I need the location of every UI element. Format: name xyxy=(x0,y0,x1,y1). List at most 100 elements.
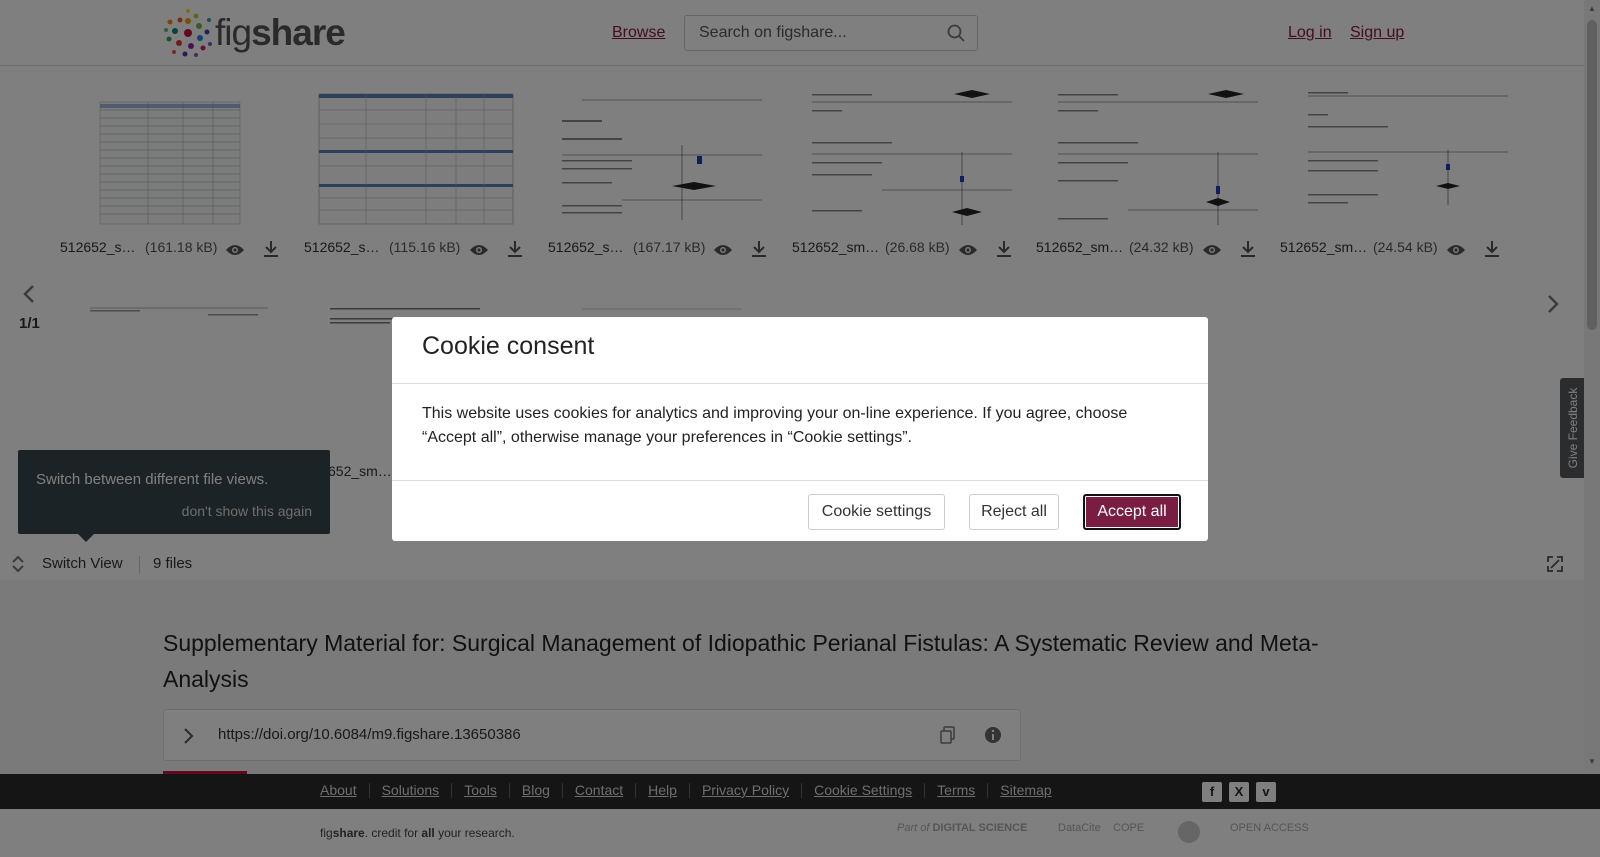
page-title: Supplementary Material for: Surgical Man… xyxy=(163,630,1319,692)
doi-box: https://doi.org/10.6084/m9.figshare.1365… xyxy=(163,709,1021,761)
file-thumbnail[interactable] xyxy=(812,90,1012,225)
logo-prefix: fig xyxy=(215,12,252,53)
dont-show-again-link[interactable]: don't show this again xyxy=(182,503,312,519)
facebook-icon[interactable]: f xyxy=(1202,782,1222,802)
file-thumbnail[interactable] xyxy=(562,90,762,225)
download-icon[interactable] xyxy=(995,240,1013,258)
footer-link-about[interactable]: About xyxy=(320,783,370,798)
file-size: (24.54 kB) xyxy=(1373,239,1438,255)
switch-view-button[interactable]: Switch View xyxy=(42,555,123,572)
file-preview-image xyxy=(90,307,268,316)
footer-link-contact[interactable]: Contact xyxy=(563,783,637,798)
file-thumbnail[interactable] xyxy=(68,90,268,225)
page-indicator: 1/1 xyxy=(19,315,40,332)
divider xyxy=(392,383,1208,384)
file-name[interactable]: 512652_s… xyxy=(548,239,624,255)
file-preview-image xyxy=(1058,90,1258,225)
copy-icon[interactable] xyxy=(939,726,957,744)
cope-logo[interactable]: COPE xyxy=(1113,822,1144,834)
cookie-dialog-body: This website uses cookies for analytics … xyxy=(422,405,1128,446)
preview-eye-icon[interactable] xyxy=(225,243,245,257)
footer-link-terms[interactable]: Terms xyxy=(925,783,989,798)
reject-all-button[interactable]: Reject all xyxy=(969,494,1059,530)
give-feedback-label: Give Feedback xyxy=(1566,387,1580,469)
chevron-right-icon[interactable] xyxy=(182,727,194,745)
file-name[interactable]: 512652_sm… xyxy=(1280,239,1367,255)
footer-bottom: figshare. credit for all your research. … xyxy=(0,809,1600,857)
footer-link-help[interactable]: Help xyxy=(636,783,690,798)
footer-link-solutions[interactable]: Solutions xyxy=(370,783,453,798)
partner-seal-icon[interactable] xyxy=(1178,821,1200,843)
tagline-all: all xyxy=(421,826,435,840)
previous-arrow-icon[interactable] xyxy=(22,284,36,304)
give-feedback-tab[interactable]: Give Feedback xyxy=(1560,378,1586,478)
fullscreen-icon[interactable] xyxy=(1547,556,1563,572)
divider xyxy=(392,480,1208,481)
download-icon[interactable] xyxy=(1239,240,1257,258)
footer-links: About Solutions Tools Blog Contact Help … xyxy=(320,783,1064,798)
download-icon[interactable] xyxy=(750,240,768,258)
switch-view-tooltip: Switch between different file views. don… xyxy=(18,450,330,542)
x-twitter-icon[interactable]: X xyxy=(1229,782,1249,802)
info-icon[interactable] xyxy=(984,726,1002,744)
page-scrollbar[interactable]: ▲ ▼ xyxy=(1584,0,1600,774)
download-icon[interactable] xyxy=(506,240,524,258)
file-thumbnail[interactable] xyxy=(1058,90,1258,225)
file-preview-image xyxy=(1308,92,1508,205)
login-link[interactable]: Log in xyxy=(1288,24,1332,42)
scroll-thumb[interactable] xyxy=(1587,20,1597,330)
next-arrow-icon[interactable] xyxy=(1546,294,1560,314)
file-thumbnail[interactable] xyxy=(316,90,516,225)
search-icon[interactable] xyxy=(947,24,965,42)
scroll-down-icon[interactable]: ▼ xyxy=(1588,757,1596,766)
vimeo-icon[interactable]: v xyxy=(1256,782,1276,802)
file-size: (115.16 kB) xyxy=(389,239,461,255)
search-input[interactable] xyxy=(685,16,925,50)
file-preview-image xyxy=(562,99,762,220)
file-size: (26.68 kB) xyxy=(885,239,950,255)
tagline-share: share xyxy=(332,826,365,840)
file-name[interactable]: 512652_s… xyxy=(304,239,380,255)
footer-link-tools[interactable]: Tools xyxy=(452,783,510,798)
tooltip-text: Switch between different file views. xyxy=(36,471,269,488)
file-name[interactable]: 512652_sm… xyxy=(792,239,879,255)
footer-link-cookie-settings[interactable]: Cookie Settings xyxy=(802,783,926,798)
preview-eye-icon[interactable] xyxy=(958,243,978,257)
file-name[interactable]: 512652_sm… xyxy=(1036,239,1123,255)
tagline-fig: fig xyxy=(320,826,333,840)
footer-link-privacy[interactable]: Privacy Policy xyxy=(690,783,803,798)
datacite-logo[interactable]: DataCite xyxy=(1058,822,1101,834)
file-preview-image xyxy=(812,90,1012,225)
doi-link[interactable]: https://doi.org/10.6084/m9.figshare.1365… xyxy=(218,726,521,743)
footer-link-blog[interactable]: Blog xyxy=(510,783,563,798)
download-icon[interactable] xyxy=(262,240,280,258)
cookie-settings-button[interactable]: Cookie settings xyxy=(808,494,945,530)
file-size: (167.17 kB) xyxy=(633,239,706,255)
scroll-up-icon[interactable]: ▲ xyxy=(1588,4,1596,13)
cookie-consent-dialog: Cookie consent This website uses cookies… xyxy=(392,317,1208,541)
tagline-end: your research. xyxy=(434,826,515,840)
browse-link[interactable]: Browse xyxy=(612,24,665,42)
download-icon[interactable] xyxy=(1483,240,1501,258)
preview-eye-icon[interactable] xyxy=(1446,243,1466,257)
footer-tagline: figshare. credit for all your research. xyxy=(320,826,515,840)
cookie-dialog-title: Cookie consent xyxy=(422,332,595,360)
footer-link-sitemap[interactable]: Sitemap xyxy=(988,783,1063,798)
open-access-logo[interactable]: OPEN ACCESS xyxy=(1230,822,1309,834)
preview-eye-icon[interactable] xyxy=(713,243,733,257)
preview-eye-icon[interactable] xyxy=(1202,243,1222,257)
footer-nav: About Solutions Tools Blog Contact Help … xyxy=(0,774,1600,809)
file-thumbnail[interactable] xyxy=(1308,90,1508,225)
figshare-logo-icon xyxy=(164,9,212,57)
accept-all-button[interactable]: Accept all xyxy=(1083,494,1181,530)
preview-eye-icon[interactable] xyxy=(469,243,489,257)
signup-link[interactable]: Sign up xyxy=(1350,24,1404,42)
digital-science-logo[interactable]: Part of DIGITAL SCIENCE xyxy=(897,822,1027,834)
part-of-label: Part of xyxy=(897,822,930,834)
file-name[interactable]: 512652_s… xyxy=(60,239,136,255)
file-name[interactable]: 652_sm… xyxy=(328,463,392,479)
switch-view-bar: Switch View 9 files xyxy=(0,550,1584,580)
file-thumbnail[interactable] xyxy=(68,306,268,441)
figshare-logo[interactable]: figshare xyxy=(163,8,346,58)
switch-view-icon[interactable] xyxy=(11,556,25,572)
